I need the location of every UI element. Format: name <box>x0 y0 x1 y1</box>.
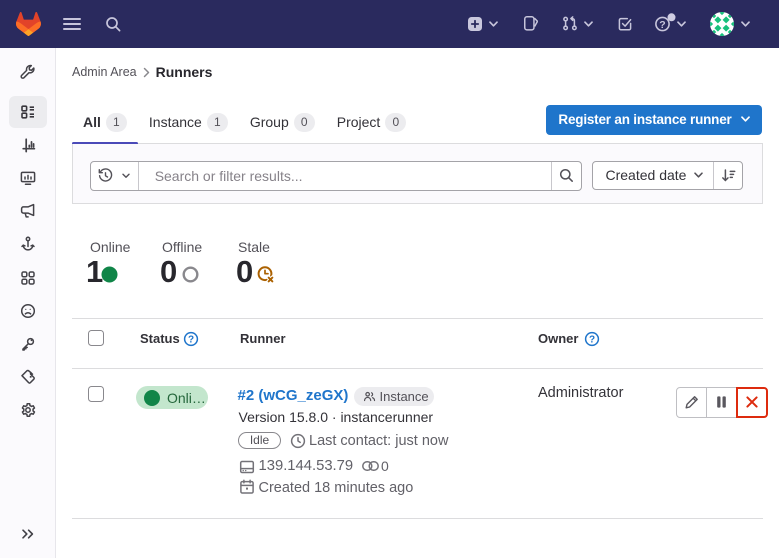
svg-text:?: ? <box>589 334 595 345</box>
svg-text:?: ? <box>659 19 665 31</box>
svg-text:?: ? <box>188 334 194 345</box>
